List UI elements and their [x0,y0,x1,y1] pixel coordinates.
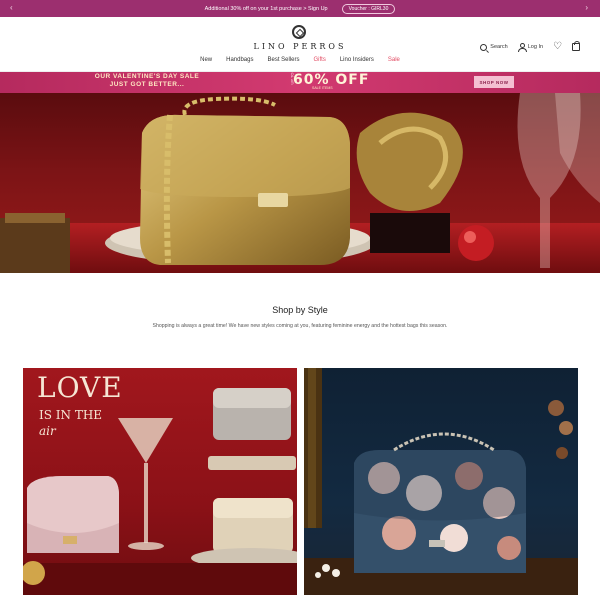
shop-now-button[interactable]: SHOP NOW [474,76,514,88]
shopping-bag-icon [572,41,580,51]
nav-item-new[interactable]: New [200,57,212,63]
nav-item-lino-insiders[interactable]: Lino Insiders [340,57,374,63]
wishlist-button[interactable]: ♡ [553,42,562,52]
voucher-badge[interactable]: Voucher : GIRL30 [341,3,396,14]
style-tile-floral[interactable] [304,368,578,595]
login-label: Log In [527,44,544,50]
search-icon [480,43,488,51]
utility-nav: Search Log In ♡ [480,41,580,52]
promo-title: OUR VALENTINE'S DAY SALE JUST GOT BETTER… [82,73,212,89]
section-title: Shop by Style [272,305,328,315]
promo-subtext: SALE ITEMS [312,86,333,90]
section-description: Shopping is always a great time! We have… [152,323,448,329]
search-button[interactable]: Search [480,43,508,51]
chevron-right-icon[interactable]: › [585,3,588,13]
brand-logo-icon[interactable] [292,25,306,39]
search-label: Search [490,44,508,50]
nav-item-handbags[interactable]: Handbags [226,57,253,63]
promo-title-line1: OUR VALENTINE'S DAY SALE [94,73,200,80]
hero-banner[interactable] [0,93,600,273]
promo-title-line2: JUST GOT BETTER... [109,81,185,88]
site-header: LINO PERROS New Handbags Best Sellers Gi… [0,17,600,72]
hero-image [0,93,600,273]
love-line3: air [39,424,56,438]
nav-item-gifts[interactable]: Gifts [314,57,326,63]
announcement-message[interactable]: Additional 30% off on your 1st purchase … [205,6,328,12]
nav-item-best-sellers[interactable]: Best Sellers [267,57,299,63]
heart-icon: ♡ [553,41,562,52]
user-icon [517,43,527,52]
promo-banner[interactable]: OUR VALENTINE'S DAY SALE JUST GOT BETTER… [0,72,600,93]
cart-button[interactable] [572,41,580,51]
love-line2: IS IN THE [39,408,103,422]
nav-item-sale[interactable]: Sale [388,57,400,63]
main-nav: New Handbags Best Sellers Gifts Lino Ins… [0,57,600,63]
login-button[interactable]: Log In [517,43,544,52]
love-headline: LOVE [37,371,123,404]
style-tile-love[interactable]: LOVE IS IN THE air [23,368,297,595]
announcement-bar: ‹ Additional 30% off on your 1st purchas… [0,0,600,17]
chevron-left-icon[interactable]: ‹ [10,3,13,13]
floral-tile-image [304,368,578,595]
